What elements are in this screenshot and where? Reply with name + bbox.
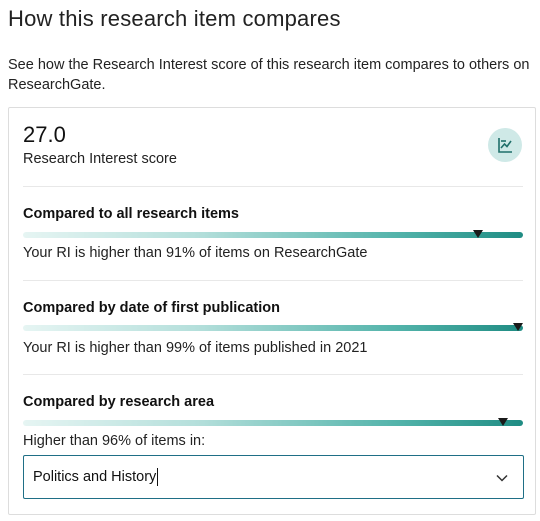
percentile-marker	[513, 323, 523, 331]
chevron-down-icon[interactable]	[495, 471, 509, 485]
page-title: How this research item compares	[8, 6, 341, 31]
comparison-area-text: Higher than 96% of items in:	[23, 433, 206, 449]
research-area-select[interactable]: Politics and History	[23, 455, 524, 499]
comparison-card: 27.0 Research Interest score Compared to…	[8, 107, 536, 515]
divider	[23, 280, 523, 281]
percentile-bar-date	[23, 323, 523, 331]
page-description: See how the Research Interest score of t…	[8, 57, 530, 93]
comparison-date-heading: Compared by date of first publication	[23, 300, 280, 316]
comparison-area-heading: Compared by research area	[23, 394, 215, 410]
chart-button[interactable]	[488, 128, 522, 162]
research-area-select-value: Politics and History	[33, 469, 157, 485]
score-value: 27.0	[23, 122, 66, 147]
percentile-marker	[473, 230, 483, 238]
comparison-all-heading: Compared to all research items	[23, 206, 239, 222]
percentile-marker	[498, 418, 508, 426]
chart-icon	[498, 138, 512, 153]
divider	[23, 374, 523, 375]
divider	[23, 186, 523, 187]
percentile-bar-all	[23, 230, 523, 238]
percentile-bar-area	[23, 418, 523, 426]
comparison-date-text: Your RI is higher than 99% of items publ…	[23, 340, 368, 356]
comparison-all-text: Your RI is higher than 91% of items on R…	[23, 245, 368, 261]
score-label: Research Interest score	[23, 151, 177, 167]
text-caret	[157, 468, 159, 486]
